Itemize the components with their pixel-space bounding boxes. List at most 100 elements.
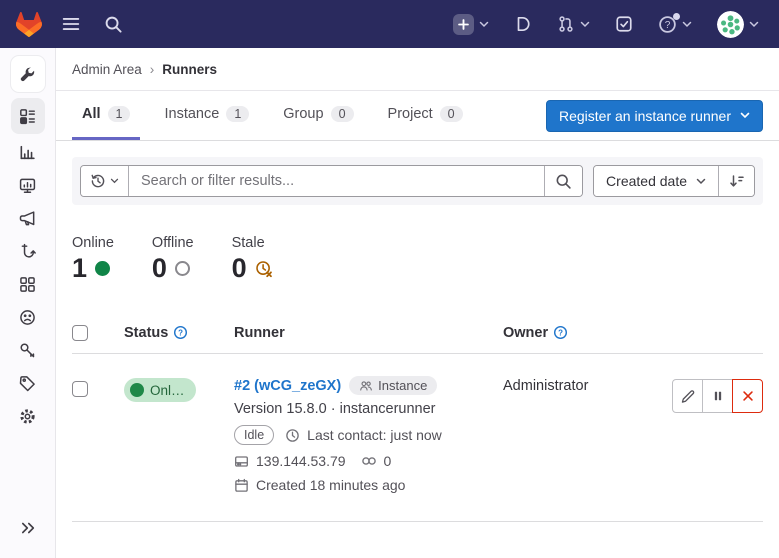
runner-row: Online #2 (wCG_zeGX) Instance Version 15… bbox=[72, 354, 763, 522]
chevron-down-icon bbox=[682, 21, 692, 28]
tab-instance[interactable]: Instance 1 bbox=[154, 91, 259, 140]
status-help-icon[interactable]: ? bbox=[173, 325, 188, 340]
table-header-row: Status ? Runner Owner ? bbox=[72, 312, 763, 354]
chevron-down-icon bbox=[740, 112, 750, 119]
merge-requests-menu[interactable] bbox=[553, 11, 594, 37]
tab-all-count: 1 bbox=[108, 106, 131, 122]
sidebar-item-analytics[interactable] bbox=[11, 136, 45, 169]
idle-badge: Idle bbox=[234, 425, 274, 445]
sidebar-item-monitoring[interactable] bbox=[11, 169, 45, 202]
tab-group-count: 0 bbox=[331, 106, 354, 122]
filter-bar: Created date bbox=[72, 157, 763, 205]
stat-offline: Offline 0 bbox=[152, 235, 194, 284]
sidebar-item-applications[interactable] bbox=[11, 268, 45, 301]
online-dot-icon bbox=[130, 383, 144, 397]
sort-by-dropdown[interactable]: Created date bbox=[594, 166, 718, 196]
offline-status-icon bbox=[175, 261, 190, 276]
clock-icon bbox=[285, 428, 300, 443]
magnifier-icon bbox=[555, 173, 572, 190]
todos-icon[interactable] bbox=[611, 11, 637, 37]
runner-link[interactable]: #2 (wCG_zeGX) bbox=[234, 378, 341, 394]
tab-all[interactable]: All 1 bbox=[72, 91, 140, 140]
host-icon bbox=[234, 454, 249, 469]
runner-version: Version 15.8.0 · instancerunner bbox=[234, 401, 503, 417]
header-status: Status bbox=[124, 325, 168, 341]
notification-dot bbox=[673, 13, 680, 20]
tag-icon bbox=[19, 375, 36, 392]
tab-instance-count: 1 bbox=[226, 106, 249, 122]
sort-direction-button[interactable] bbox=[718, 166, 754, 196]
avatar bbox=[717, 11, 744, 38]
stat-online: Online 1 bbox=[72, 235, 114, 284]
runner-tabs-row: All 1 Instance 1 Group 0 Project 0 Regis… bbox=[56, 91, 779, 141]
sidebar-item-settings[interactable] bbox=[11, 400, 45, 433]
owner-help-icon[interactable]: ? bbox=[553, 325, 568, 340]
history-icon bbox=[90, 173, 106, 189]
runner-actions bbox=[672, 379, 763, 413]
search-input[interactable] bbox=[129, 166, 544, 196]
sidebar-item-overview[interactable] bbox=[11, 98, 45, 134]
monitor-icon bbox=[19, 177, 36, 194]
topbar: ? bbox=[0, 0, 779, 48]
runner-owner: Administrator bbox=[503, 378, 588, 394]
apps-grid-icon bbox=[19, 276, 36, 293]
delete-runner-button[interactable] bbox=[732, 379, 763, 413]
help-menu[interactable]: ? bbox=[654, 11, 696, 38]
tab-project[interactable]: Project 0 bbox=[378, 91, 473, 140]
bar-chart-icon bbox=[19, 144, 36, 161]
sort-descending-icon bbox=[729, 173, 745, 189]
user-menu[interactable] bbox=[713, 7, 763, 42]
overview-grid-icon bbox=[19, 108, 36, 125]
sidebar-item-abuse-reports[interactable] bbox=[11, 301, 45, 334]
search-icon[interactable] bbox=[100, 11, 127, 38]
gear-icon bbox=[19, 408, 36, 425]
runner-stats: Online 1 Offline 0 Stale 0 bbox=[72, 235, 763, 284]
megaphone-icon bbox=[19, 210, 36, 227]
runner-ip: 139.144.53.79 bbox=[256, 453, 346, 469]
edit-runner-button[interactable] bbox=[672, 379, 703, 413]
sidebar-item-deploy-keys[interactable] bbox=[11, 334, 45, 367]
register-instance-runner-button[interactable]: Register an instance runner bbox=[546, 100, 763, 132]
admin-sidebar bbox=[0, 48, 56, 558]
people-icon bbox=[359, 379, 373, 393]
search-submit-button[interactable] bbox=[544, 166, 582, 196]
breadcrumb: Admin Area › Runners bbox=[56, 48, 779, 91]
select-all-checkbox[interactable] bbox=[72, 325, 88, 341]
calendar-icon bbox=[234, 478, 249, 493]
key-icon bbox=[19, 342, 36, 359]
tab-group[interactable]: Group 0 bbox=[273, 91, 363, 140]
row-checkbox[interactable] bbox=[72, 381, 88, 397]
double-chevron-right-icon bbox=[20, 520, 36, 536]
status-badge: Online bbox=[124, 378, 196, 402]
stale-clock-x-icon bbox=[255, 260, 273, 278]
pencil-icon bbox=[680, 389, 695, 404]
runners-table: Status ? Runner Owner ? bbox=[72, 312, 763, 522]
chevron-down-icon bbox=[580, 21, 590, 28]
sidebar-item-system-hooks[interactable] bbox=[11, 235, 45, 268]
created-ago: Created 18 minutes ago bbox=[256, 477, 405, 493]
chevron-down-icon bbox=[479, 21, 489, 28]
pause-runner-button[interactable] bbox=[702, 379, 733, 413]
online-status-icon bbox=[95, 261, 110, 276]
breadcrumb-admin-area[interactable]: Admin Area bbox=[72, 62, 142, 77]
jobs-count: 0 bbox=[384, 453, 392, 469]
sidebar-collapse-button[interactable] bbox=[11, 511, 45, 544]
stat-stale: Stale 0 bbox=[232, 235, 273, 284]
create-new-menu[interactable] bbox=[449, 10, 493, 39]
hamburger-menu-icon[interactable] bbox=[56, 11, 86, 37]
gitlab-logo-icon[interactable] bbox=[16, 12, 42, 37]
breadcrumb-separator: › bbox=[150, 62, 155, 77]
issues-icon[interactable] bbox=[510, 11, 536, 37]
sidebar-item-messages[interactable] bbox=[11, 202, 45, 235]
online-count: 1 bbox=[72, 253, 87, 284]
chevron-down-icon bbox=[749, 21, 759, 28]
header-runner: Runner bbox=[234, 325, 285, 341]
sidebar-item-admin-area[interactable] bbox=[11, 56, 45, 92]
pause-icon bbox=[711, 389, 725, 403]
plus-icon bbox=[453, 14, 474, 35]
frown-face-icon bbox=[19, 309, 36, 326]
sidebar-item-labels[interactable] bbox=[11, 367, 45, 400]
search-history-dropdown[interactable] bbox=[81, 166, 129, 196]
offline-count: 0 bbox=[152, 253, 167, 284]
svg-text:?: ? bbox=[665, 20, 671, 31]
